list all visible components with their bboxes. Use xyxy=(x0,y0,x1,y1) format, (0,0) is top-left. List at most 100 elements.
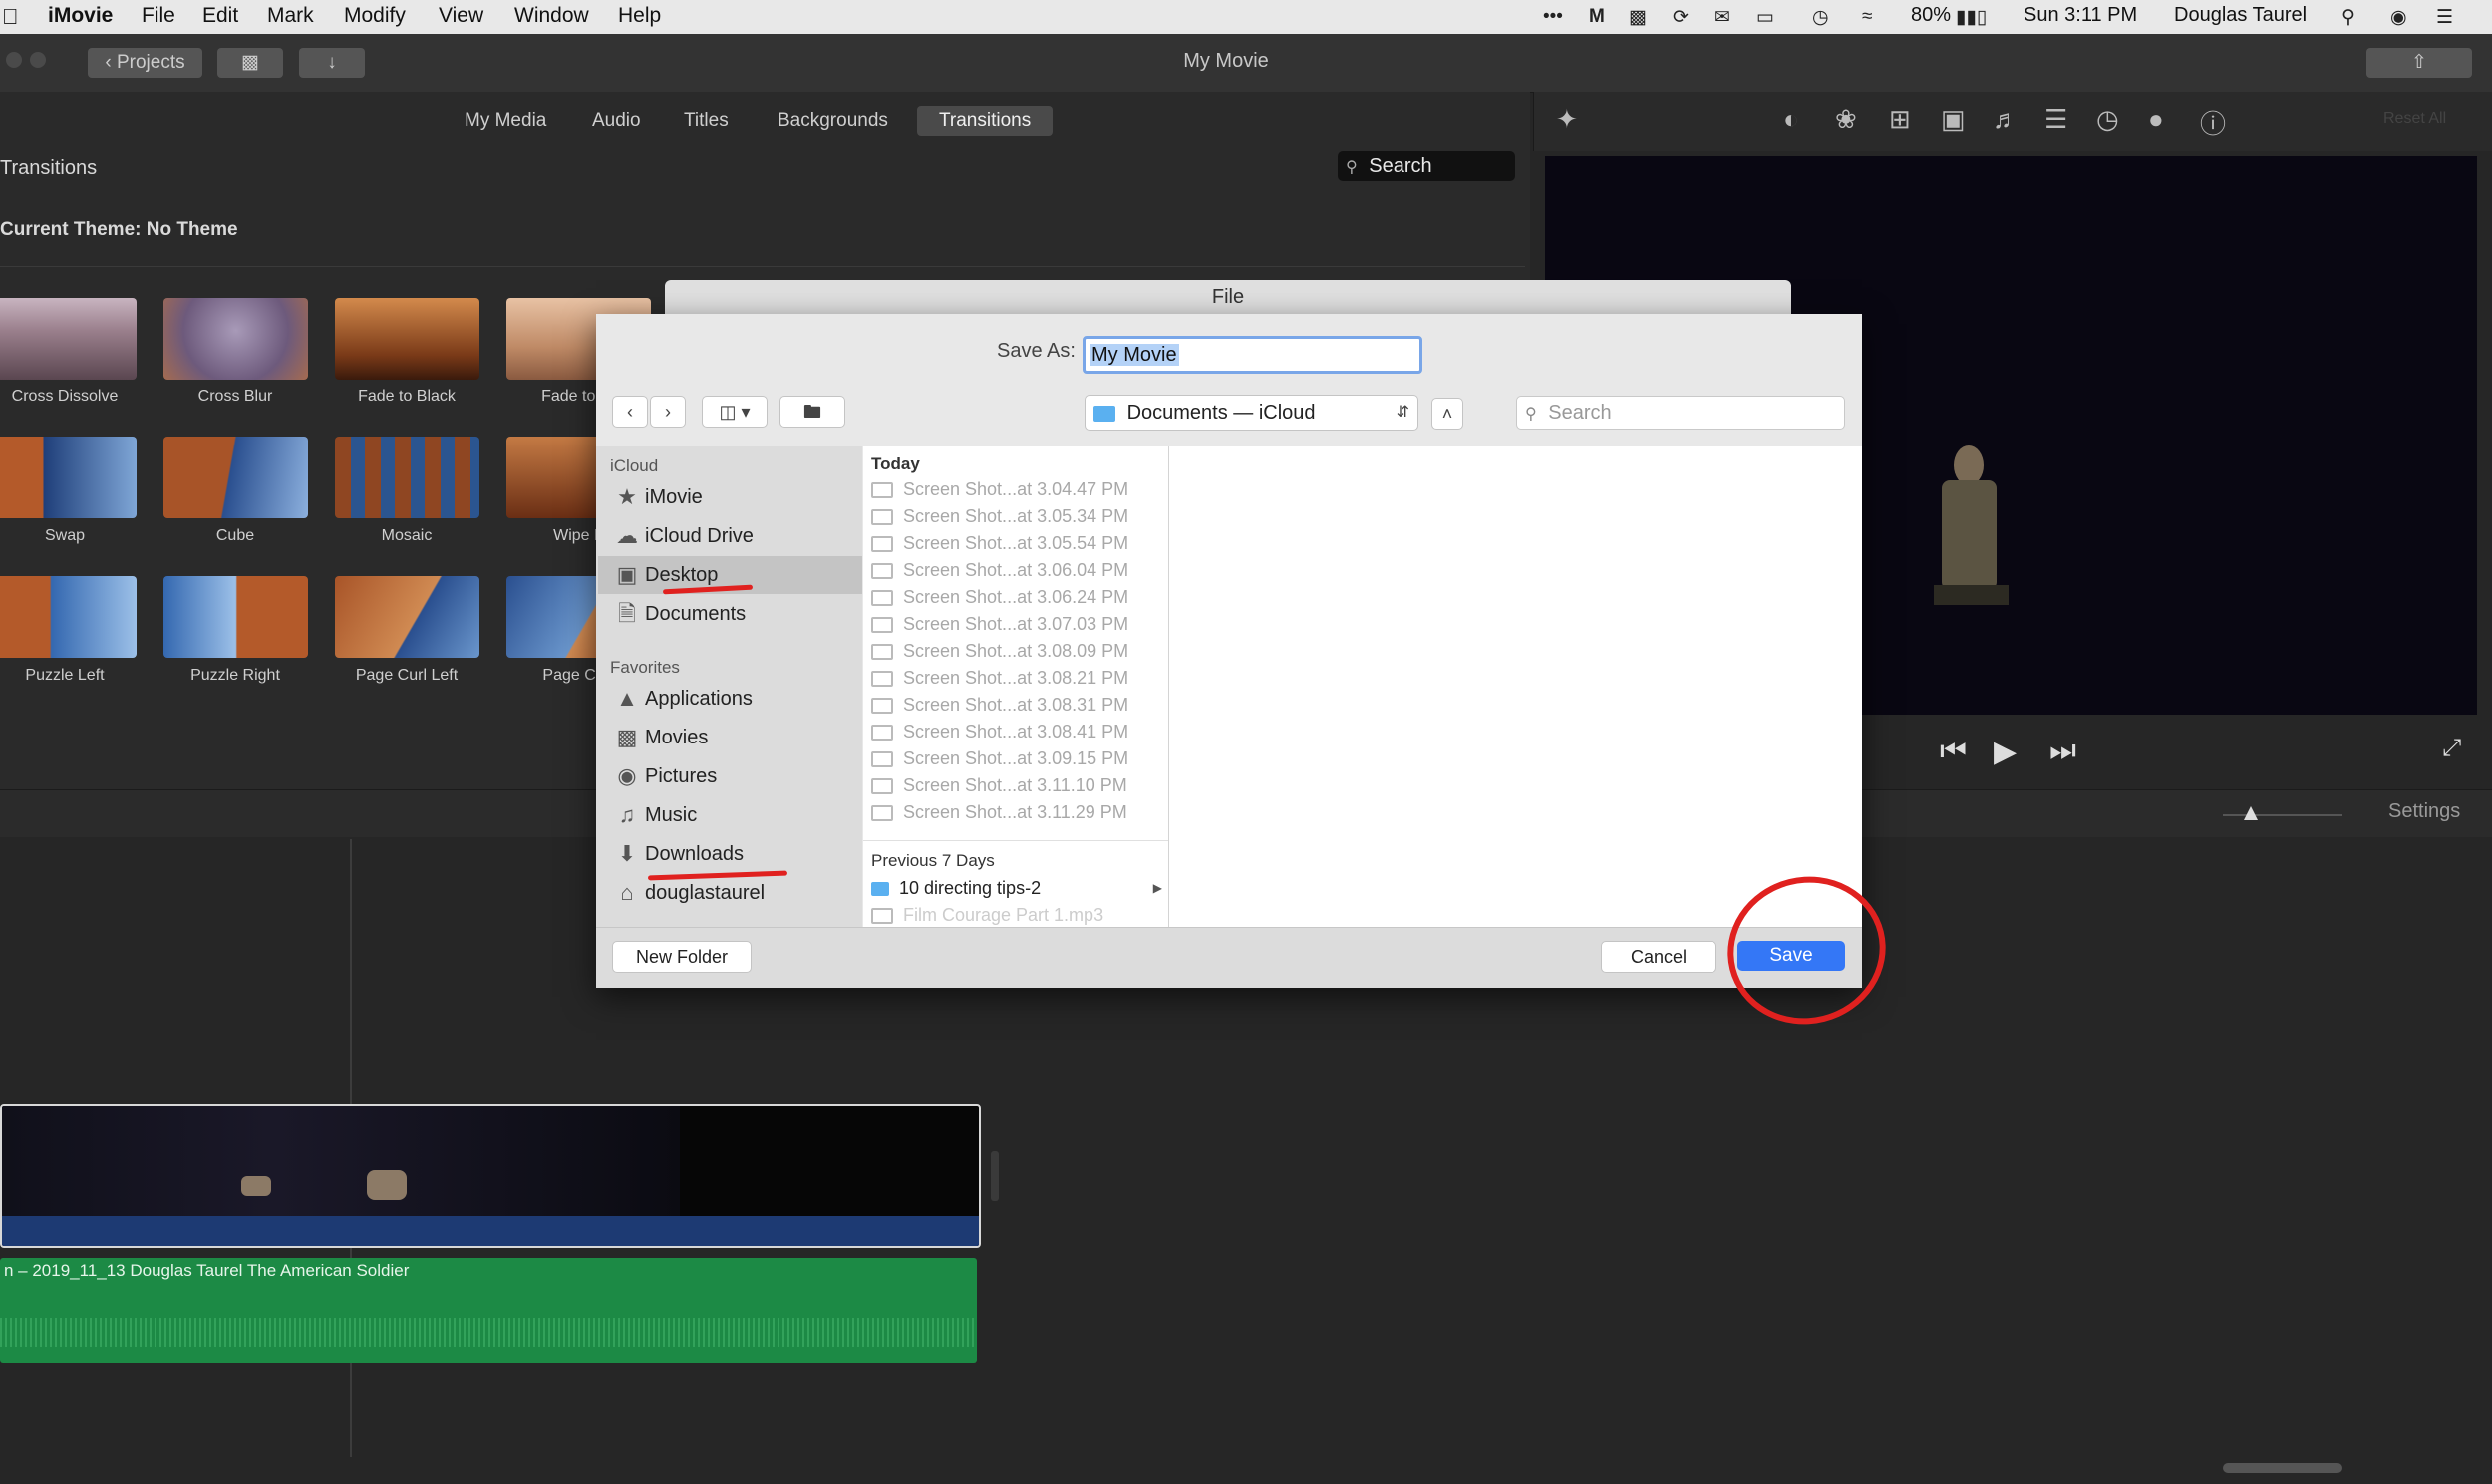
sidebar-item-applications[interactable]: ▲ Applications xyxy=(608,680,857,718)
save-as-input[interactable]: My Movie xyxy=(1083,336,1422,374)
file-item[interactable]: Screen Shot...at 3.11.29 PM xyxy=(871,799,1166,826)
mail-icon[interactable]: ✉ xyxy=(1714,6,1730,29)
file-item[interactable]: Screen Shot...at 3.11.10 PM xyxy=(871,772,1166,799)
sidebar-item-movies[interactable]: ▩ Movies xyxy=(608,719,857,756)
sidebar-item-music[interactable]: ♫ Music xyxy=(608,796,857,834)
file-item[interactable]: Screen Shot...at 3.05.34 PM xyxy=(871,503,1166,530)
transition-thumb[interactable] xyxy=(163,298,308,380)
cancel-button[interactable]: Cancel xyxy=(1601,941,1716,973)
horizontal-scrollbar[interactable] xyxy=(2223,1463,2342,1473)
noise-reduction-icon[interactable]: ● xyxy=(2148,104,2164,135)
crop-icon[interactable]: ⊞ xyxy=(1889,104,1911,135)
folder-item[interactable]: 10 directing tips-2 ▶ xyxy=(871,875,1166,902)
time-machine-icon[interactable]: ◷ xyxy=(1812,6,1829,29)
new-folder-toolbar-button[interactable]: 🖿 xyxy=(779,396,845,428)
sidebar-item-documents[interactable]: 🗎 Documents xyxy=(608,595,857,633)
media-library-button[interactable]: ▩ xyxy=(217,48,283,78)
transition-thumb[interactable] xyxy=(0,576,137,658)
tab-transitions[interactable]: Transitions xyxy=(917,106,1054,136)
skip-forward-icon[interactable]: ⏭ xyxy=(2049,735,2076,768)
tab-titles[interactable]: Titles xyxy=(662,106,751,136)
file-item[interactable]: Screen Shot...at 3.07.03 PM xyxy=(871,611,1166,638)
view-mode-button[interactable]: ◫ ▾ xyxy=(702,396,768,428)
battery-icon[interactable]: ▮▮▯ xyxy=(1956,6,1987,29)
file-item[interactable]: Screen Shot...at 3.09.15 PM xyxy=(871,745,1166,772)
menu-app-name[interactable]: iMovie xyxy=(48,4,113,28)
more-icon[interactable]: ••• xyxy=(1543,6,1563,28)
reset-all-button[interactable]: Reset All xyxy=(2383,110,2446,128)
file-item[interactable]: Screen Shot...at 3.06.24 PM xyxy=(871,584,1166,611)
info-icon[interactable]: ⓘ xyxy=(2200,104,2226,141)
m-app-icon[interactable]: M xyxy=(1589,6,1605,28)
back-button[interactable]: ‹ xyxy=(612,396,648,428)
transition-thumb[interactable] xyxy=(335,576,479,658)
file-item[interactable]: Screen Shot...at 3.06.04 PM xyxy=(871,557,1166,584)
airplay-icon[interactable]: ▭ xyxy=(1756,6,1774,29)
zoom-slider-handle[interactable] xyxy=(2244,806,2258,820)
transition-thumb[interactable] xyxy=(335,298,479,380)
performer-figure xyxy=(1954,445,1984,485)
menu-window[interactable]: Window xyxy=(514,4,589,28)
location-popup[interactable]: Documents — iCloud ⇵ xyxy=(1085,395,1418,431)
sync-icon[interactable]: ⟳ xyxy=(1673,6,1689,29)
play-icon[interactable]: ▶ xyxy=(1994,735,2017,769)
new-folder-button[interactable]: New Folder xyxy=(612,941,752,973)
wifi-icon[interactable]: ≈ xyxy=(1862,6,1872,28)
equalizer-icon[interactable]: ☰ xyxy=(2044,104,2067,135)
notification-center-icon[interactable]: ☰ xyxy=(2436,6,2453,29)
forward-button[interactable]: › xyxy=(650,396,686,428)
tab-backgrounds[interactable]: Backgrounds xyxy=(756,106,910,136)
menu-edit[interactable]: Edit xyxy=(202,4,238,28)
volume-icon[interactable]: ♬ xyxy=(1993,104,2019,135)
projects-button[interactable]: ‹ Projects xyxy=(88,48,202,78)
video-clip[interactable] xyxy=(0,1104,981,1248)
menu-file[interactable]: File xyxy=(142,4,175,28)
file-item[interactable]: Screen Shot...at 3.04.47 PM xyxy=(871,476,1166,503)
import-button[interactable]: ↓ xyxy=(299,48,365,78)
sidebar-item-icloud-drive[interactable]: ☁ iCloud Drive xyxy=(608,517,857,555)
share-button[interactable]: ⇧ xyxy=(2366,48,2472,78)
color-correction-icon[interactable]: ❀ xyxy=(1835,104,1857,135)
menu-clock[interactable]: Sun 3:11 PM xyxy=(2024,4,2137,27)
transition-thumb[interactable] xyxy=(0,298,137,380)
sidebar-item-home[interactable]: ⌂ douglastaurel xyxy=(608,874,857,912)
transition-thumb[interactable] xyxy=(163,576,308,658)
file-item[interactable]: Screen Shot...at 3.08.09 PM xyxy=(871,638,1166,665)
menu-view[interactable]: View xyxy=(439,4,483,28)
transition-thumb[interactable] xyxy=(335,437,479,518)
menu-user[interactable]: Douglas Taurel xyxy=(2174,4,2307,27)
sidebar-item-pictures[interactable]: ◉ Pictures xyxy=(608,757,857,795)
timeline-settings-button[interactable]: Settings xyxy=(2388,800,2460,823)
file-item[interactable]: Screen Shot...at 3.05.54 PM xyxy=(871,530,1166,557)
skip-back-icon[interactable]: ⏮ xyxy=(1940,735,1967,768)
sidebar-item-downloads[interactable]: ⬇ Downloads xyxy=(608,835,857,873)
b-app-icon[interactable]: ▩ xyxy=(1629,6,1647,29)
file-item[interactable]: Screen Shot...at 3.08.31 PM xyxy=(871,692,1166,719)
tab-my-media[interactable]: My Media xyxy=(443,106,568,136)
minimize-window-button[interactable] xyxy=(30,52,46,68)
browser-search-input[interactable]: ⚲ Search xyxy=(1338,151,1515,181)
expand-collapse-button[interactable]: ˄ xyxy=(1431,398,1463,430)
magic-wand-icon[interactable]: ✦ xyxy=(1556,104,1578,135)
clip-trim-handle[interactable] xyxy=(991,1151,999,1201)
menu-help[interactable]: Help xyxy=(618,4,661,28)
stabilization-icon[interactable]: ▣ xyxy=(1941,104,1966,135)
dialog-search-input[interactable]: ⚲ Search xyxy=(1516,396,1845,430)
file-item[interactable]: Screen Shot...at 3.08.21 PM xyxy=(871,665,1166,692)
speed-icon[interactable]: ◷ xyxy=(2096,104,2119,135)
zoom-slider-track[interactable] xyxy=(2223,814,2342,816)
transition-thumb[interactable] xyxy=(0,437,137,518)
apple-icon[interactable]:  xyxy=(2,4,19,30)
color-balance-icon[interactable]: ◐ xyxy=(1783,104,1799,135)
fullscreen-icon[interactable]: ⤢ xyxy=(2442,735,2461,762)
spotlight-search-icon[interactable]: ⚲ xyxy=(2341,6,2355,29)
sidebar-item-imovie[interactable]: ★ iMovie xyxy=(608,478,857,516)
transition-thumb[interactable] xyxy=(163,437,308,518)
file-item[interactable]: Screen Shot...at 3.08.41 PM xyxy=(871,719,1166,745)
close-window-button[interactable] xyxy=(6,52,22,68)
file-item[interactable]: Film Courage Part 1.mp3 xyxy=(871,902,1166,927)
tab-audio[interactable]: Audio xyxy=(570,106,663,136)
siri-icon[interactable]: ◉ xyxy=(2390,6,2407,29)
menu-modify[interactable]: Modify xyxy=(344,4,406,28)
menu-mark[interactable]: Mark xyxy=(267,4,314,28)
